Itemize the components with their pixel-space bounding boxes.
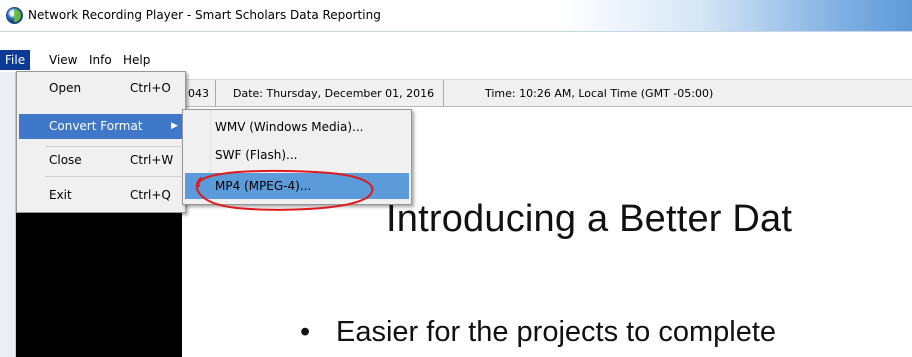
file-menu-convert-format[interactable]: Convert Format ▶	[19, 114, 183, 139]
convert-format-submenu: WMV (Windows Media)... SWF (Flash)... MP…	[182, 109, 412, 205]
app-icon	[6, 7, 23, 24]
menu-file[interactable]: File	[0, 50, 31, 70]
submenu-arrow-icon: ▶	[171, 121, 178, 131]
info-time: Time: 10:26 AM, Local Time (GMT -05:00)	[485, 87, 714, 100]
file-menu-exit[interactable]: Exit Ctrl+Q	[19, 183, 183, 208]
slide-bullet: • Easier for the projects to complete	[300, 316, 776, 349]
menubar-spacer	[0, 32, 912, 50]
file-menu-open[interactable]: Open Ctrl+O	[19, 76, 183, 101]
menu-file-label: File	[5, 53, 26, 67]
convert-swf[interactable]: SWF (Flash)...	[185, 142, 409, 168]
menu-help[interactable]: Help	[118, 50, 155, 70]
file-menu-open-label: Open	[49, 81, 82, 95]
convert-wmv-label: WMV (Windows Media)...	[215, 120, 364, 134]
file-menu-close-label: Close	[49, 153, 82, 167]
menu-view[interactable]: View	[44, 50, 82, 70]
file-menu-convert-label: Convert Format	[49, 119, 143, 133]
file-menu-open-shortcut: Ctrl+O	[130, 81, 171, 95]
menu-help-label: Help	[123, 53, 151, 67]
menu-view-label: View	[49, 53, 78, 67]
convert-mp4[interactable]: MP4 (MPEG-4)...	[185, 173, 409, 199]
file-menu-exit-shortcut: Ctrl+Q	[130, 188, 171, 202]
file-menu-exit-label: Exit	[49, 188, 72, 202]
window-title: Network Recording Player - Smart Scholar…	[28, 8, 381, 22]
menu-separator	[45, 146, 181, 147]
menu-bar: File View Info Help	[0, 50, 912, 72]
menu-info[interactable]: Info	[84, 50, 117, 70]
bullet-icon: •	[300, 316, 311, 348]
file-menu-close[interactable]: Close Ctrl+W	[19, 148, 183, 173]
slide-bullet-text: Easier for the projects to complete	[336, 316, 777, 348]
left-panel	[0, 72, 16, 357]
file-menu-dropdown: Open Ctrl+O Convert Format ▶ Close Ctrl+…	[16, 71, 186, 213]
convert-swf-label: SWF (Flash)...	[215, 148, 298, 162]
menu-separator	[45, 176, 181, 177]
convert-wmv[interactable]: WMV (Windows Media)...	[185, 114, 409, 140]
menu-info-label: Info	[89, 53, 112, 67]
file-menu-close-shortcut: Ctrl+W	[130, 153, 174, 167]
slide-title: Introducing a Better Dat	[386, 198, 793, 240]
info-partial: 043	[182, 80, 216, 107]
title-bar: Network Recording Player - Smart Scholar…	[0, 0, 912, 32]
convert-mp4-label: MP4 (MPEG-4)...	[215, 179, 312, 193]
info-date: Date: Thursday, December 01, 2016	[224, 80, 445, 107]
